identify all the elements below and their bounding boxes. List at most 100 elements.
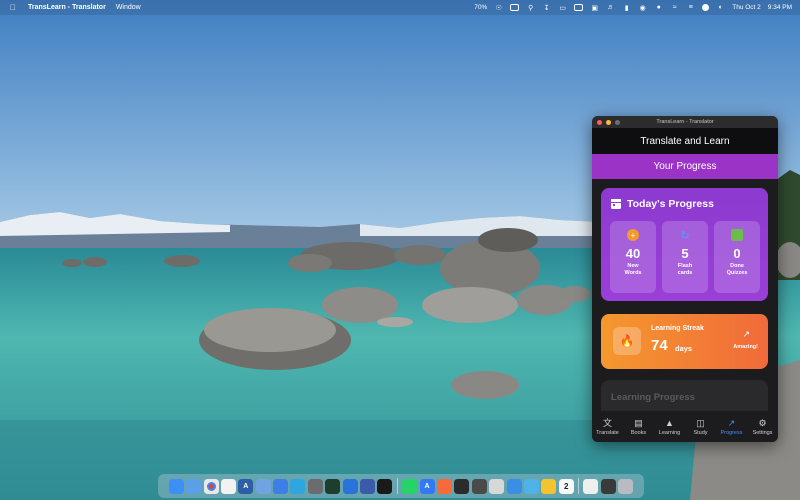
stat-label: Done Quizzes (726, 263, 748, 276)
streak-label: Learning Streak (651, 325, 704, 332)
book-icon: ▤ (634, 417, 643, 428)
tab-label: Settings (752, 429, 773, 436)
menu-bar-status-area: 70% ☉ ⚲ ↧ ▭ ▣ ♬ ▮ ◉ ● ≈ ≡ ◐ Thu Oct 2 9:… (474, 0, 792, 15)
trend-up-icon: ↗ (742, 329, 750, 339)
preview-icon[interactable] (255, 478, 271, 494)
todays-progress-card: Today's Progress + 40 New Words ↻ 5 Flas… (601, 188, 768, 301)
tab-translate[interactable]: 文 Translate (593, 418, 623, 436)
finder-icon[interactable] (168, 478, 184, 494)
download-icon[interactable]: ↧ (542, 4, 551, 12)
flame-icon: 🔥 (613, 327, 641, 355)
terminal-green-icon[interactable] (325, 478, 341, 494)
screenshot-icon[interactable] (600, 478, 616, 494)
stat-new-words: + 40 New Words (610, 221, 656, 293)
folder-icon[interactable]: ▭ (558, 4, 567, 12)
dock-separator-2 (578, 478, 580, 494)
gear-icon: ⚙ (758, 417, 767, 428)
files-icon[interactable] (506, 478, 522, 494)
app-store-icon[interactable]: A (419, 478, 435, 494)
learning-progress-title: Learning Progress (611, 392, 695, 403)
section-title: Your Progress (592, 154, 778, 179)
quiz-icon (731, 229, 743, 241)
compass-icon[interactable]: ☉ (494, 4, 503, 12)
system-settings-icon[interactable] (307, 478, 323, 494)
plus-circle-icon: + (627, 229, 639, 241)
progress-content[interactable]: Today's Progress + 40 New Words ↻ 5 Flas… (592, 179, 778, 411)
user-avatar-icon[interactable] (702, 4, 710, 11)
todays-progress-title: Today's Progress (627, 198, 714, 210)
tab-label: Progress (720, 429, 743, 436)
streak-badge: Amazing! (733, 344, 758, 350)
cards-icon: ↻ (680, 229, 690, 242)
notion-icon[interactable] (273, 478, 289, 494)
trash-icon[interactable] (618, 478, 634, 494)
tab-label: Study (693, 429, 708, 436)
stat-done-quizzes: 0 Done Quizzes (714, 221, 760, 293)
trello-icon[interactable] (342, 478, 358, 494)
dock-separator (396, 478, 398, 494)
bell-icon[interactable]: ♬ (606, 4, 615, 12)
idea-icon[interactable] (541, 478, 557, 494)
tab-label: Learning (658, 429, 681, 436)
dock: A A 2 (158, 474, 644, 498)
tab-settings[interactable]: ⚙ Settings (748, 418, 778, 436)
document-icon[interactable] (583, 478, 599, 494)
streak-value: 74 (651, 337, 668, 354)
messages-icon[interactable] (402, 478, 418, 494)
folder-app-icon[interactable] (523, 478, 539, 494)
tab-study[interactable]: ◫ Study (686, 418, 716, 436)
learning-progress-card: Learning Progress (601, 380, 768, 411)
control-center-icon[interactable]: ≡ (686, 4, 695, 12)
search-icon[interactable]: ⚲ (526, 4, 535, 12)
app-header-title: Translate and Learn (592, 128, 778, 154)
shield-app-icon[interactable] (360, 478, 376, 494)
window-titlebar[interactable]: TransLearn - Translator (592, 116, 778, 128)
stat-label: New Words (624, 263, 642, 276)
notes-icon[interactable] (220, 478, 236, 494)
telegram-icon[interactable] (290, 478, 306, 494)
stat-value: 5 (681, 246, 689, 261)
xcode-icon[interactable]: A (238, 478, 254, 494)
tab-label: Translate (596, 429, 619, 436)
translate-icon: 文 (602, 417, 612, 428)
streak-unit: days (675, 344, 693, 353)
tab-learning[interactable]: ▲ Learning (655, 418, 685, 436)
screen-capture-icon[interactable] (574, 4, 584, 11)
activity-icon[interactable] (489, 478, 505, 494)
game-controller-icon[interactable]: ▣ (590, 4, 599, 12)
safari-icon[interactable] (186, 478, 202, 494)
menu-app-name[interactable]: TransLearn - Translator (28, 4, 106, 11)
siri-icon[interactable]: ◐ (716, 4, 725, 12)
wifi-icon[interactable]: ≈ (670, 4, 679, 12)
study-cards-icon: ◫ (696, 417, 705, 428)
stat-label: Flash cards (677, 263, 693, 276)
menu-bar:  TransLearn - Translator Window 70% ☉ ⚲… (0, 0, 800, 15)
vpn-icon[interactable]: ◉ (638, 4, 647, 12)
graduation-cap-icon: ▲ (665, 417, 674, 428)
trend-icon: ↗ (727, 417, 736, 428)
terminal-icon[interactable] (454, 478, 470, 494)
tab-label: Books (630, 429, 647, 436)
cursor-app-icon[interactable] (377, 478, 393, 494)
tab-bar: 文 Translate ▤ Books ▲ Learning ◫ Study ↗… (592, 411, 778, 442)
menu-date[interactable]: Thu Oct 2 (732, 4, 761, 11)
chrome-icon[interactable] (203, 478, 219, 494)
keyboard-icon[interactable] (510, 4, 520, 11)
window-title: TransLearn - Translator (656, 119, 714, 125)
menu-window[interactable]: Window (116, 4, 141, 11)
battery-icon[interactable]: ▮ (622, 4, 631, 12)
apple-menu-icon[interactable]:  (4, 3, 22, 12)
chat-icon[interactable]: ● (654, 4, 663, 12)
calendar-icon (611, 199, 621, 209)
tab-progress[interactable]: ↗ Progress (717, 418, 747, 436)
battery-percent[interactable]: 70% (474, 4, 487, 11)
translearn-window: TransLearn - Translator Translate and Le… (592, 116, 778, 442)
utility-icon[interactable] (471, 478, 487, 494)
stat-flash-cards: ↻ 5 Flash cards (662, 221, 708, 293)
menu-time[interactable]: 9:34 PM (768, 4, 792, 11)
stat-value: 0 (733, 246, 741, 261)
tab-books[interactable]: ▤ Books (624, 418, 654, 436)
swift-icon[interactable] (436, 478, 452, 494)
calendar-app-icon[interactable]: 2 (558, 478, 574, 494)
stat-value: 40 (625, 246, 641, 261)
